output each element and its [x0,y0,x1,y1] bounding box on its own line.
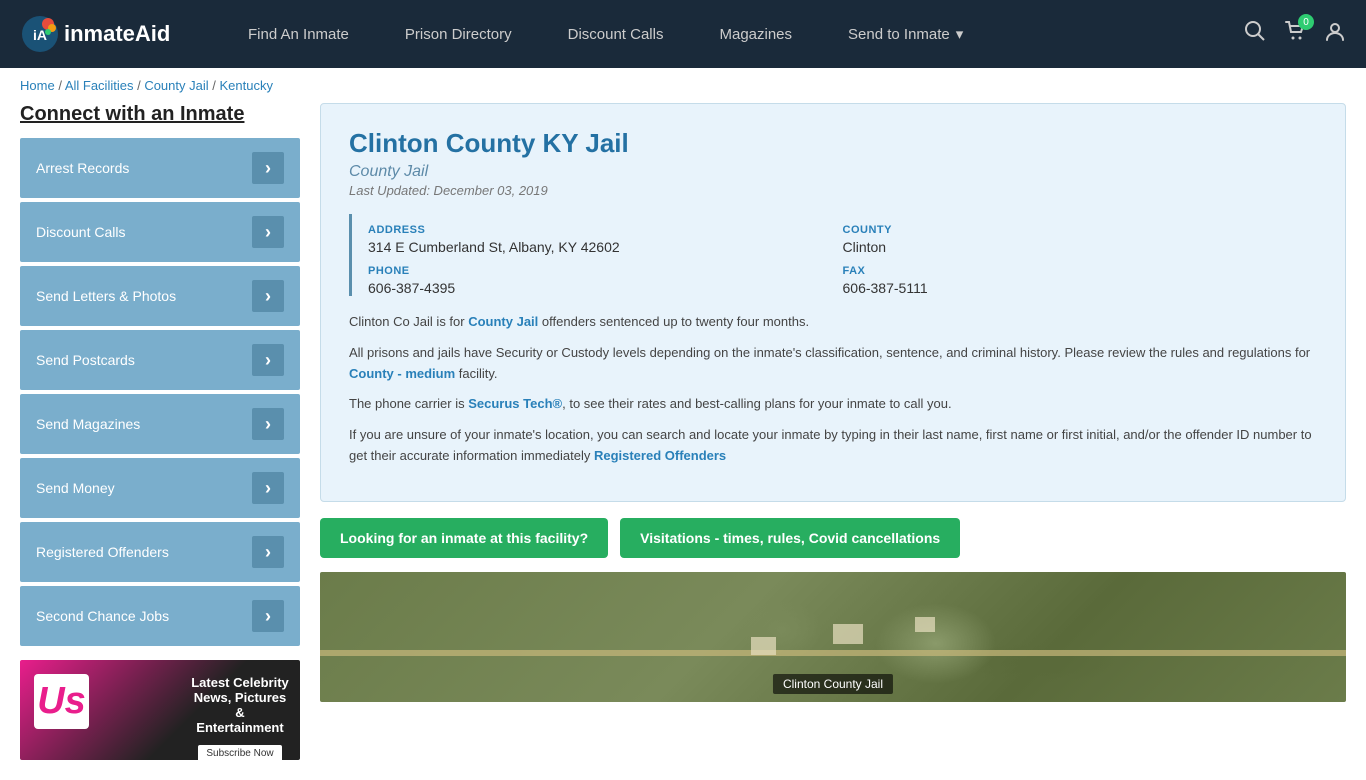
user-icon[interactable] [1324,20,1346,48]
nav-magazines[interactable]: Magazines [691,0,820,68]
action-buttons: Looking for an inmate at this facility? … [320,518,1346,558]
main-layout: Connect with an Inmate Arrest Records › … [0,103,1366,780]
ad-text: Latest Celebrity News, Pictures & Entert… [190,675,290,760]
header: iA inmateAid Find An Inmate Prison Direc… [0,0,1366,68]
address-value: 314 E Cumberland St, Albany, KY 42602 [368,239,843,255]
fax-block: FAX 606-387-5111 [843,255,1318,296]
address-block: ADDRESS 314 E Cumberland St, Albany, KY … [368,214,843,255]
sidebar-item-arrest-records[interactable]: Arrest Records › [20,138,300,198]
arrow-icon: › [252,600,284,632]
facility-desc-3: The phone carrier is Securus Tech®, to s… [349,394,1317,415]
arrow-icon: › [252,280,284,312]
ad-logo: Us [34,674,89,729]
sidebar-item-send-postcards[interactable]: Send Postcards › [20,330,300,390]
arrow-icon: › [252,536,284,568]
facility-desc-4: If you are unsure of your inmate's locat… [349,425,1317,467]
map-building-2 [915,617,935,632]
address-label: ADDRESS [368,224,843,236]
nav-discount-calls[interactable]: Discount Calls [540,0,692,68]
sidebar-ad[interactable]: Us Latest Celebrity News, Pictures & Ent… [20,660,300,760]
county-medium-link[interactable]: County - medium [349,366,455,381]
securus-link[interactable]: Securus Tech® [468,396,562,411]
sidebar-item-send-letters[interactable]: Send Letters & Photos › [20,266,300,326]
county-block: COUNTY Clinton [843,214,1318,255]
cart-count: 0 [1298,14,1314,30]
county-jail-link[interactable]: County Jail [468,314,538,329]
sidebar-item-send-money[interactable]: Send Money › [20,458,300,518]
breadcrumb-kentucky[interactable]: Kentucky [219,78,272,93]
arrow-icon: › [252,152,284,184]
phone-value: 606-387-4395 [368,280,843,296]
fax-label: FAX [843,265,1318,277]
header-icons: 0 [1244,20,1346,48]
facility-type: County Jail [349,163,1317,181]
main-content: Clinton County KY Jail County Jail Last … [320,103,1346,760]
county-label: COUNTY [843,224,1318,236]
search-icon[interactable] [1244,20,1266,48]
ad-subscribe-button[interactable]: Subscribe Now [198,745,281,760]
arrow-icon: › [252,408,284,440]
facility-last-updated: Last Updated: December 03, 2019 [349,183,1317,198]
facility-desc-1: Clinton Co Jail is for County Jail offen… [349,312,1317,333]
dropdown-arrow-icon: ▾ [956,25,964,43]
facility-title: Clinton County KY Jail [349,128,1317,159]
facility-info-grid: ADDRESS 314 E Cumberland St, Albany, KY … [349,214,1317,296]
map-building [833,624,863,644]
county-value: Clinton [843,239,1318,255]
svg-text:iA: iA [33,27,47,43]
nav-send-to-inmate[interactable]: Send to Inmate ▾ [820,0,991,68]
arrow-icon: › [252,472,284,504]
phone-block: PHONE 606-387-4395 [368,255,843,296]
visitations-button[interactable]: Visitations - times, rules, Covid cancel… [620,518,960,558]
main-nav: Find An Inmate Prison Directory Discount… [220,0,1234,68]
arrow-icon: › [252,344,284,376]
map-road-horizontal [320,650,1346,656]
facility-map: Clinton County Jail [320,572,1346,702]
sidebar-item-discount-calls[interactable]: Discount Calls › [20,202,300,262]
fax-value: 606-387-5111 [843,280,1318,296]
cart-icon[interactable]: 0 [1284,20,1306,48]
breadcrumb: Home / All Facilities / County Jail / Ke… [0,68,1366,103]
map-building-3 [751,637,776,655]
phone-label: PHONE [368,265,843,277]
arrow-icon: › [252,216,284,248]
registered-offenders-link[interactable]: Registered Offenders [594,448,726,463]
logo-text: inmateAid [64,21,170,47]
breadcrumb-home[interactable]: Home [20,78,55,93]
sidebar-item-registered-offenders[interactable]: Registered Offenders › [20,522,300,582]
logo-icon: iA [20,14,60,54]
nav-prison-directory[interactable]: Prison Directory [377,0,540,68]
logo[interactable]: iA inmateAid [20,14,180,54]
breadcrumb-all-facilities[interactable]: All Facilities [65,78,134,93]
find-inmate-button[interactable]: Looking for an inmate at this facility? [320,518,608,558]
nav-find-inmate[interactable]: Find An Inmate [220,0,377,68]
map-label: Clinton County Jail [773,674,893,694]
sidebar: Connect with an Inmate Arrest Records › … [20,103,300,760]
facility-desc-2: All prisons and jails have Security or C… [349,343,1317,385]
sidebar-item-send-magazines[interactable]: Send Magazines › [20,394,300,454]
sidebar-item-second-chance-jobs[interactable]: Second Chance Jobs › [20,586,300,646]
facility-card: Clinton County KY Jail County Jail Last … [320,103,1346,502]
breadcrumb-county-jail[interactable]: County Jail [144,78,208,93]
sidebar-title: Connect with an Inmate [20,103,300,126]
